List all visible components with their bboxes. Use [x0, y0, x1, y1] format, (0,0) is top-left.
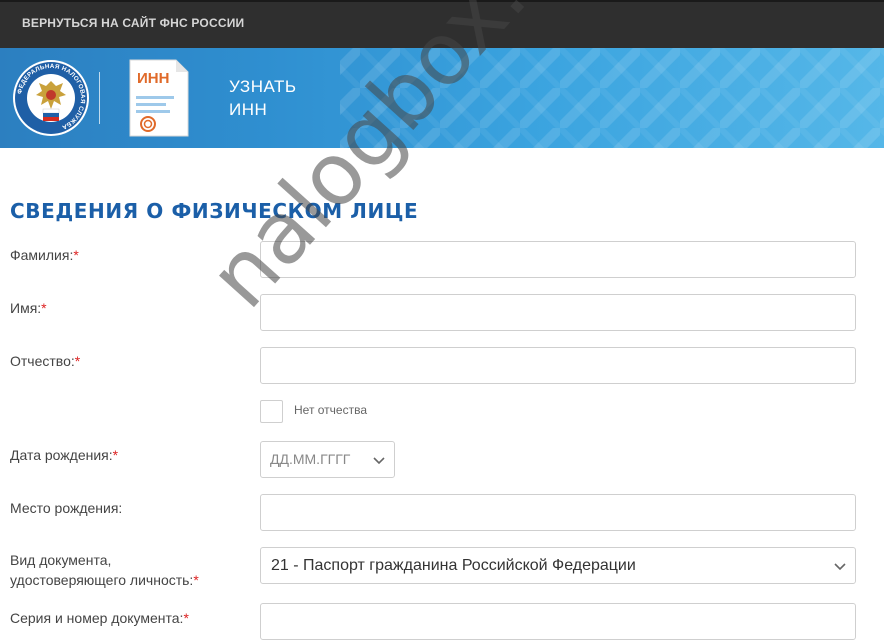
no-patronymic-label: Нет отчества: [294, 403, 368, 417]
banner-title: УЗНАТЬ ИНН: [229, 75, 349, 121]
surname-label: Фамилия:*: [10, 247, 79, 263]
header-banner: ФЕДЕРАЛЬНАЯ НАЛОГОВАЯ СЛУЖБА ИНН УЗНАТЬ …: [0, 48, 884, 148]
back-to-fns-link[interactable]: ВЕРНУТЬСЯ НА САЙТ ФНС РОССИИ: [22, 16, 244, 30]
doc-number-label: Серия и номер документа:*: [10, 610, 189, 626]
doc-type-select[interactable]: 21 - Паспорт гражданина Российской Федер…: [260, 547, 856, 584]
doc-type-value: 21 - Паспорт гражданина Российской Федер…: [271, 557, 636, 574]
name-input[interactable]: [260, 294, 856, 331]
fns-emblem-icon: ФЕДЕРАЛЬНАЯ НАЛОГОВАЯ СЛУЖБА: [13, 60, 89, 136]
svg-text:ИНН: ИНН: [137, 70, 169, 87]
doc-type-label: Вид документа, удостоверяющего личность:…: [10, 552, 199, 588]
birthdate-input[interactable]: ДД.ММ.ГГГГ: [260, 441, 395, 478]
banner-title-line2: ИНН: [229, 100, 268, 119]
birthdate-placeholder: ДД.ММ.ГГГГ: [270, 451, 351, 467]
top-bar: ВЕРНУТЬСЯ НА САЙТ ФНС РОССИИ: [0, 0, 884, 48]
birthplace-input[interactable]: [260, 494, 856, 531]
birthplace-label: Место рождения:: [10, 500, 123, 516]
banner-divider: [99, 72, 100, 124]
surname-input[interactable]: [260, 241, 856, 278]
chevron-down-icon: [373, 457, 385, 465]
no-patronymic-checkbox[interactable]: [260, 400, 283, 423]
inn-document-icon: ИНН: [129, 59, 189, 137]
patronymic-input[interactable]: [260, 347, 856, 384]
name-label: Имя:*: [10, 300, 47, 316]
chevron-down-icon: [834, 563, 846, 571]
section-title: СВЕДЕНИЯ О ФИЗИЧЕСКОМ ЛИЦЕ: [10, 199, 419, 223]
birthdate-label: Дата рождения:*: [10, 447, 119, 463]
banner-title-line1: УЗНАТЬ: [229, 77, 297, 96]
patronymic-label: Отчество:*: [10, 353, 81, 369]
doc-number-input[interactable]: [260, 603, 856, 640]
